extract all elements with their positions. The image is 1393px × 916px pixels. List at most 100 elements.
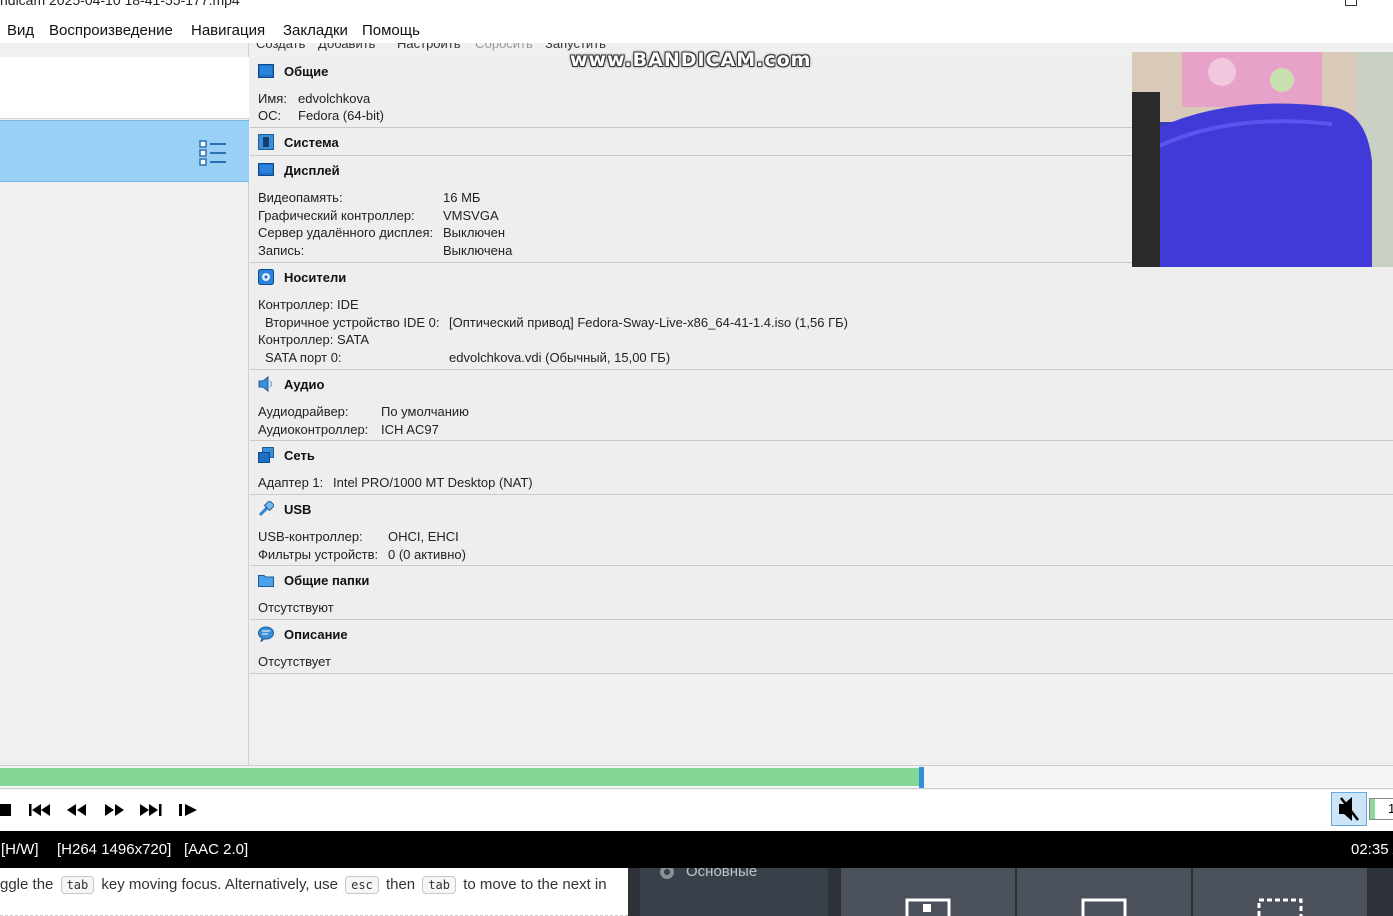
background-app-tile <box>841 868 1015 916</box>
row-key: USB-контроллер: <box>258 529 363 544</box>
selection-icon <box>1257 898 1303 916</box>
fast-forward-icon[interactable] <box>104 798 126 822</box>
hint-line: ggle the tab key moving focus. Alternati… <box>0 876 607 894</box>
mute-button[interactable] <box>1331 792 1367 826</box>
section-audio: Аудио Аудиодрайвер: По умолчанию Аудиокон… <box>250 370 1393 441</box>
disk-icon <box>258 269 274 285</box>
hint-part: then <box>385 876 416 893</box>
volume-level <box>1370 799 1375 819</box>
section-general-title: Общие <box>284 64 329 79</box>
row-key: Вторичное устройство IDE 0: <box>265 315 440 330</box>
background-app: Основные <box>628 868 1393 916</box>
window-icon <box>1081 898 1127 916</box>
vbox-tools-item <box>0 57 249 119</box>
next-icon[interactable] <box>139 798 163 822</box>
webcam-image <box>1132 52 1393 267</box>
folder-icon <box>258 575 274 587</box>
section-system-title: Система <box>284 135 339 150</box>
hint-part: to move to the next in <box>463 876 607 893</box>
row-value: 16 МБ <box>443 190 481 205</box>
menu-playback[interactable]: Воспроизведение <box>49 22 173 39</box>
section-network-title: Сеть <box>284 448 315 463</box>
gear-icon <box>660 868 674 879</box>
section-usb: USB USB-контроллер: OHCI, EHCI Фильтры ус… <box>250 495 1393 566</box>
description-value: Отсутствует <box>258 654 331 669</box>
row-value: Выключен <box>443 225 506 240</box>
menu-bar: Вид Воспроизведение Навигация Закладки П… <box>0 18 1393 43</box>
hint-key: tab <box>422 876 457 894</box>
window-title: ndicam 2025-04-10 18-41-55-177.mp4 <box>0 0 240 8</box>
status-video: [H264 1496x720] <box>57 841 172 858</box>
row-key: Запись: <box>258 243 305 258</box>
section-shared-folders: Общие папки Отсутствуют <box>250 566 1393 620</box>
section-display-title: Дисплей <box>284 163 340 178</box>
volume-label: 1 <box>1388 801 1393 816</box>
vbox-vm-item-selected <box>0 120 249 182</box>
hint-part: ggle the <box>0 876 54 893</box>
menu-help[interactable]: Помощь <box>362 22 420 39</box>
row-key: Фильтры устройств: <box>258 547 379 562</box>
status-audio: [AAC 2.0] <box>184 841 249 858</box>
player-controls <box>0 790 1393 831</box>
chip-icon <box>258 134 274 150</box>
row-key: Аудиодрайвер: <box>258 404 349 419</box>
volume-slider[interactable]: 1 <box>1369 798 1393 820</box>
section-description: Описание Отсутствует <box>250 620 1393 674</box>
section-shared-title: Общие папки <box>284 573 370 588</box>
background-app-label: Основные <box>686 868 758 880</box>
row-value: VMSVGA <box>443 208 499 223</box>
background-hint-text: ggle the tab key moving focus. Alternati… <box>0 868 628 916</box>
section-usb-title: USB <box>284 502 312 517</box>
row-value: [Оптический привод] Fedora-Sway-Live-x86… <box>449 315 848 330</box>
status-hw: [H/W] <box>1 841 39 858</box>
row-key: Графический контроллер: <box>258 208 415 223</box>
previous-icon[interactable] <box>28 798 52 822</box>
section-audio-title: Аудио <box>284 377 325 392</box>
background-app-tile <box>1193 868 1367 916</box>
menu-navigation[interactable]: Навигация <box>191 22 265 39</box>
storage-ide-controller: Контроллер: IDE <box>258 297 359 312</box>
row-key: Адаптер 1: <box>258 475 324 490</box>
list-menu-icon <box>199 140 226 166</box>
row-key: Имя: <box>258 91 287 106</box>
hint-key: esc <box>345 876 379 894</box>
monitor-icon <box>258 163 274 176</box>
vbox-create-button: Создать <box>256 43 306 51</box>
row-key: Аудиоконтроллер: <box>258 422 369 437</box>
bandicam-watermark: www.BANDICAM.com <box>570 49 812 71</box>
vbox-settings-button: Настроить <box>397 43 461 51</box>
title-bar: ndicam 2025-04-10 18-41-55-177.mp4 <box>0 0 1393 18</box>
seek-handle[interactable] <box>919 767 924 788</box>
seek-bar[interactable] <box>0 765 1393 789</box>
row-value: edvolchkova <box>298 91 371 106</box>
vbox-add-button: Добавить <box>318 43 376 51</box>
status-bar: [H/W] [H264 1496x720] [AAC 2.0] 02:35 / <box>0 831 1393 868</box>
seek-bar-progress <box>0 768 919 786</box>
webcam-overlay <box>1132 52 1393 267</box>
speaker-icon <box>258 376 273 392</box>
section-storage: Носители Контроллер: IDE Вторичное устро… <box>250 263 1393 370</box>
row-value: Выключена <box>443 243 513 258</box>
background-app-tile <box>1017 868 1191 916</box>
stop-icon[interactable] <box>0 798 14 822</box>
row-value: edvolchkova.vdi (Обычный, 15,00 ГБ) <box>449 350 671 365</box>
menu-bookmarks[interactable]: Закладки <box>283 22 348 39</box>
menu-view[interactable]: Вид <box>7 22 34 39</box>
status-time: 02:35 / <box>1351 841 1393 858</box>
hint-key: tab <box>60 876 95 894</box>
row-value: Intel PRO/1000 MT Desktop (NAT) <box>333 475 533 490</box>
row-key: Видеопамять: <box>258 190 343 205</box>
vbox-sidebar <box>0 43 249 765</box>
vbox-reset-button: Сбросить <box>475 43 533 51</box>
maximize-icon[interactable] <box>1345 0 1357 6</box>
frame-step-icon[interactable] <box>178 798 200 822</box>
section-network: Сеть Адаптер 1: Intel PRO/1000 MT Desktop… <box>250 441 1393 495</box>
rewind-icon[interactable] <box>66 798 88 822</box>
hint-part: key moving focus. Alternatively, use <box>101 876 338 893</box>
section-description-title: Описание <box>284 627 348 642</box>
usb-icon <box>258 501 274 517</box>
storage-sata-controller: Контроллер: SATA <box>258 332 369 347</box>
row-key: Сервер удалённого дисплея: <box>258 225 434 240</box>
section-storage-title: Носители <box>284 270 347 285</box>
row-value: OHCI, EHCI <box>388 529 459 544</box>
